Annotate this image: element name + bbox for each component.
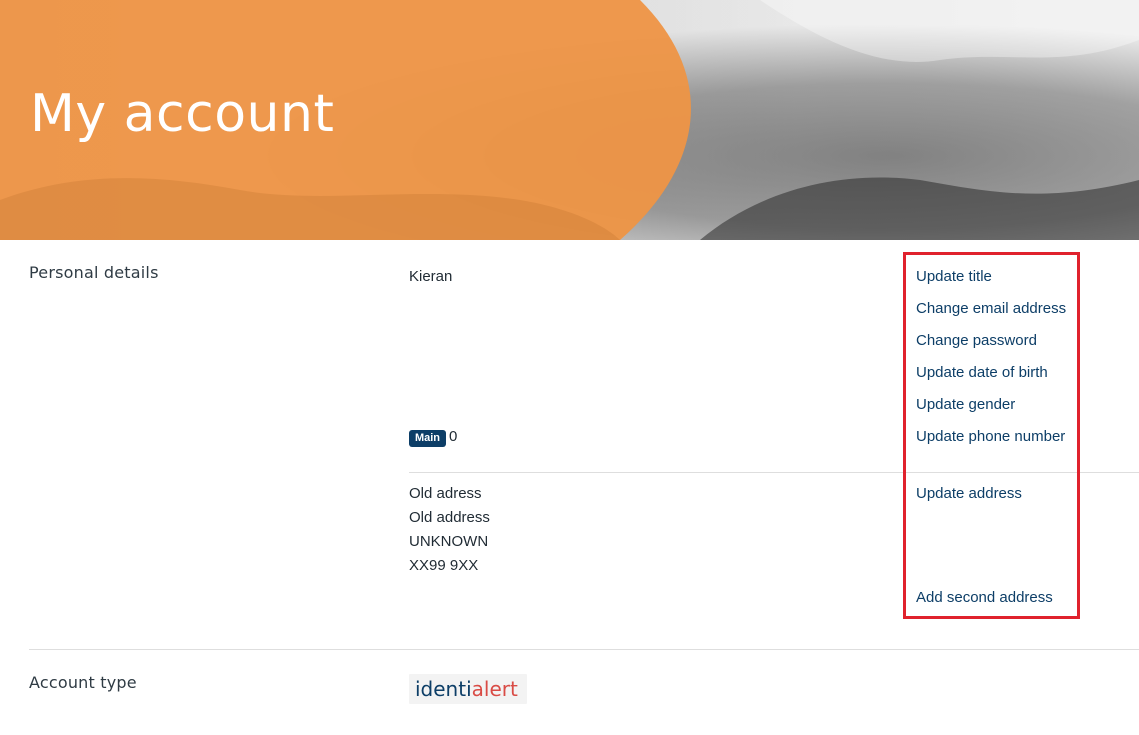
change-password-link[interactable]: Change password (916, 332, 1037, 349)
address-postcode: XX99 9XX (409, 557, 479, 574)
page-title: My account (30, 84, 335, 144)
address-line-1: Old adress (409, 485, 482, 502)
update-phone-link[interactable]: Update phone number (916, 428, 1065, 445)
logo-text-primary: identi (415, 677, 472, 701)
update-dob-link[interactable]: Update date of birth (916, 364, 1048, 381)
address-line-3: UNKNOWN (409, 533, 489, 550)
name-value: Kieran (409, 268, 453, 285)
main-badge: Main (409, 430, 446, 447)
add-second-address-link[interactable]: Add second address (916, 589, 1053, 606)
logo-text-secondary: alert (471, 677, 518, 701)
identialert-logo: identialert (409, 674, 527, 704)
main-badge-value: 0 (449, 428, 458, 445)
update-gender-link[interactable]: Update gender (916, 396, 1015, 413)
details-divider (409, 472, 1139, 473)
hero-banner: My account (0, 0, 1139, 240)
account-type-label: Account type (29, 673, 137, 692)
personal-details-label: Personal details (29, 263, 159, 282)
section-divider (29, 649, 1139, 650)
update-address-link[interactable]: Update address (916, 485, 1022, 502)
change-email-link[interactable]: Change email address (916, 300, 1066, 317)
update-title-link[interactable]: Update title (916, 268, 992, 285)
address-line-2: Old address (409, 509, 490, 526)
